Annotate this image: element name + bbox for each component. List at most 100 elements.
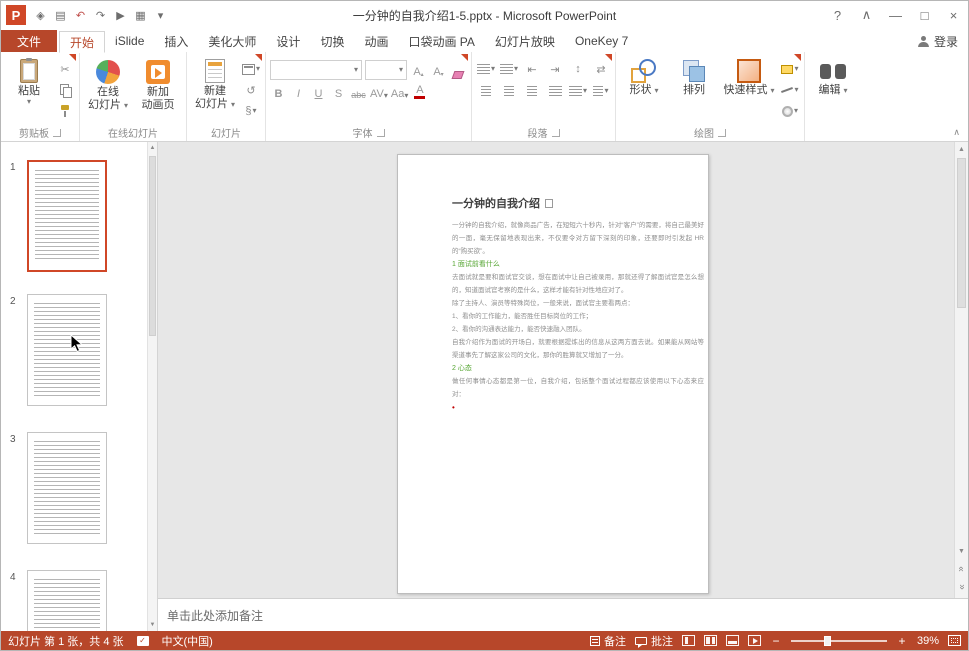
tab-islide[interactable]: iSlide [105, 30, 154, 52]
online-slides-button[interactable]: 在线 幻灯片 ▾ [84, 55, 132, 124]
tab-animations[interactable]: 动画 [354, 30, 398, 52]
notes-pane[interactable]: 单击此处添加备注 [158, 598, 968, 633]
text-shadow-button[interactable]: S [330, 84, 347, 101]
redo-icon[interactable]: ↷ [91, 5, 110, 25]
slide-body-text[interactable]: 一分钟的自我介绍，就像商品广告，在短短六十秒内，针对“客户”的需要，将自己最美好… [452, 219, 704, 414]
notes-toggle-button[interactable]: 备注 [590, 633, 626, 649]
arrange-button[interactable]: 排列 [670, 55, 718, 124]
text-direction-button[interactable]: ⇄ [591, 60, 611, 78]
save-icon[interactable]: ▤ [51, 5, 70, 25]
shape-effects-button[interactable]: ▾ [780, 102, 800, 120]
scroll-down-icon[interactable]: ▼ [148, 619, 157, 631]
zoom-slider[interactable] [791, 640, 887, 642]
tab-onekey[interactable]: OneKey 7 [565, 30, 638, 52]
slideshow-from-start-icon[interactable]: ▶ [111, 5, 130, 25]
slideshow-view-button[interactable] [748, 635, 761, 646]
next-slide-button[interactable]: « [955, 581, 969, 594]
align-right-button[interactable] [522, 82, 542, 100]
comments-toggle-button[interactable]: 批注 [635, 633, 673, 649]
tab-pocket-animation[interactable]: 口袋动画 PA [398, 30, 484, 52]
slide-sorter-view-button[interactable] [704, 635, 717, 646]
increase-indent-button[interactable]: ⇥ [545, 60, 565, 78]
cut-button[interactable]: ✂ [55, 60, 75, 78]
ribbon-display-options-button[interactable]: ∧ [852, 1, 881, 29]
paste-button[interactable]: 粘贴 ▾ [5, 55, 53, 124]
reset-button[interactable]: ↺ [241, 81, 261, 99]
tab-home[interactable]: 开始 [59, 31, 105, 53]
sign-in-button[interactable]: 登录 [918, 30, 968, 52]
zoom-out-button[interactable]: − [770, 634, 782, 648]
dialog-launcher-icon[interactable] [53, 129, 61, 137]
scroll-down-icon[interactable]: ▼ [955, 544, 968, 558]
shapes-button[interactable]: 形状 ▾ [620, 55, 668, 124]
convert-smartart-button[interactable]: ▾ [591, 82, 611, 100]
copy-button[interactable] [55, 81, 75, 99]
quick-styles-button[interactable]: 快速样式 ▾ [720, 55, 778, 124]
table-icon[interactable]: ▦ [131, 5, 150, 25]
layout-button[interactable]: ▾ [241, 60, 261, 78]
change-case-button[interactable]: Aa▾ [391, 84, 408, 101]
character-spacing-button[interactable]: AV▾ [370, 84, 388, 101]
new-animation-page-button[interactable]: 新加 动画页 [134, 55, 182, 124]
collapse-ribbon-button[interactable]: ∧ [953, 127, 960, 138]
previous-slide-button[interactable]: « [955, 563, 969, 576]
shape-outline-button[interactable]: ▾ [780, 81, 800, 99]
scroll-up-icon[interactable]: ▲ [955, 142, 968, 156]
font-name-combo[interactable]: ▾ [270, 60, 362, 80]
align-left-button[interactable] [476, 82, 496, 100]
font-size-combo[interactable]: ▾ [365, 60, 407, 80]
zoom-level[interactable]: 39% [917, 635, 939, 647]
grow-font-button[interactable]: A▴ [410, 62, 427, 79]
thumbnail-scrollbar[interactable]: ▲ ▼ [147, 142, 157, 631]
bullets-button[interactable]: ▾ [476, 60, 496, 78]
maximize-button[interactable]: □ [910, 1, 939, 29]
slide-thumbnail-1[interactable] [27, 160, 107, 272]
editing-button[interactable]: 编辑 ▾ [809, 55, 857, 124]
slide-page[interactable]: 一分钟的自我介绍 一分钟的自我介绍，就像商品广告，在短短六十秒内，针对“客户”的… [397, 154, 709, 594]
close-button[interactable]: × [939, 1, 968, 29]
dialog-launcher-icon[interactable] [377, 129, 385, 137]
font-color-button[interactable]: A [411, 84, 428, 101]
help-button[interactable]: ? [823, 1, 852, 29]
slide-thumbnail-3[interactable] [27, 432, 107, 544]
shrink-font-button[interactable]: A▾ [430, 62, 447, 79]
italic-button[interactable]: I [290, 84, 307, 101]
numbering-button[interactable]: ▾ [499, 60, 519, 78]
section-button[interactable]: §▾ [241, 102, 261, 120]
underline-button[interactable]: U [310, 84, 327, 101]
customize-qat-icon[interactable]: ▾ [151, 5, 170, 25]
normal-view-button[interactable] [682, 635, 695, 646]
tab-design[interactable]: 设计 [266, 30, 310, 52]
columns-button[interactable]: ▾ [568, 82, 588, 100]
clear-formatting-button[interactable] [450, 62, 467, 79]
zoom-in-button[interactable]: + [896, 634, 908, 648]
bold-button[interactable]: B [270, 84, 287, 101]
fit-slide-to-window-button[interactable] [948, 635, 961, 646]
tab-slideshow[interactable]: 幻灯片放映 [485, 30, 565, 52]
shape-fill-button[interactable]: ▾ [780, 60, 800, 78]
slide-canvas[interactable]: 一分钟的自我介绍 一分钟的自我介绍，就像商品广告，在短短六十秒内，针对“客户”的… [158, 142, 954, 598]
language-indicator[interactable]: 中文(中国) [162, 633, 213, 649]
strikethrough-button[interactable]: abc [350, 84, 367, 101]
align-center-button[interactable] [499, 82, 519, 100]
slide-title[interactable]: 一分钟的自我介绍 [452, 195, 704, 211]
format-painter-button[interactable] [55, 102, 75, 120]
scroll-up-icon[interactable]: ▲ [148, 142, 157, 154]
zoom-slider-thumb[interactable] [824, 636, 831, 646]
scrollbar-thumb[interactable] [957, 158, 966, 308]
decrease-indent-button[interactable]: ⇤ [522, 60, 542, 78]
scrollbar-thumb[interactable] [149, 156, 156, 336]
tab-insert[interactable]: 插入 [154, 30, 198, 52]
dialog-launcher-icon[interactable] [552, 129, 560, 137]
slide-thumbnail-2[interactable] [27, 294, 107, 406]
undo-icon[interactable]: ↶ [71, 5, 90, 25]
tab-file[interactable]: 文件 [1, 30, 57, 52]
canvas-scrollbar[interactable]: ▲ ▼ « « [954, 142, 968, 598]
justify-button[interactable] [545, 82, 565, 100]
minimize-button[interactable]: — [881, 1, 910, 29]
reading-view-button[interactable] [726, 635, 739, 646]
new-slide-button[interactable]: 新建 幻灯片 ▾ [191, 55, 239, 124]
pin-icon[interactable]: ◈ [31, 5, 50, 25]
slide-thumbnail-4[interactable] [27, 570, 107, 631]
spell-check-icon[interactable]: ✓ [137, 636, 149, 646]
